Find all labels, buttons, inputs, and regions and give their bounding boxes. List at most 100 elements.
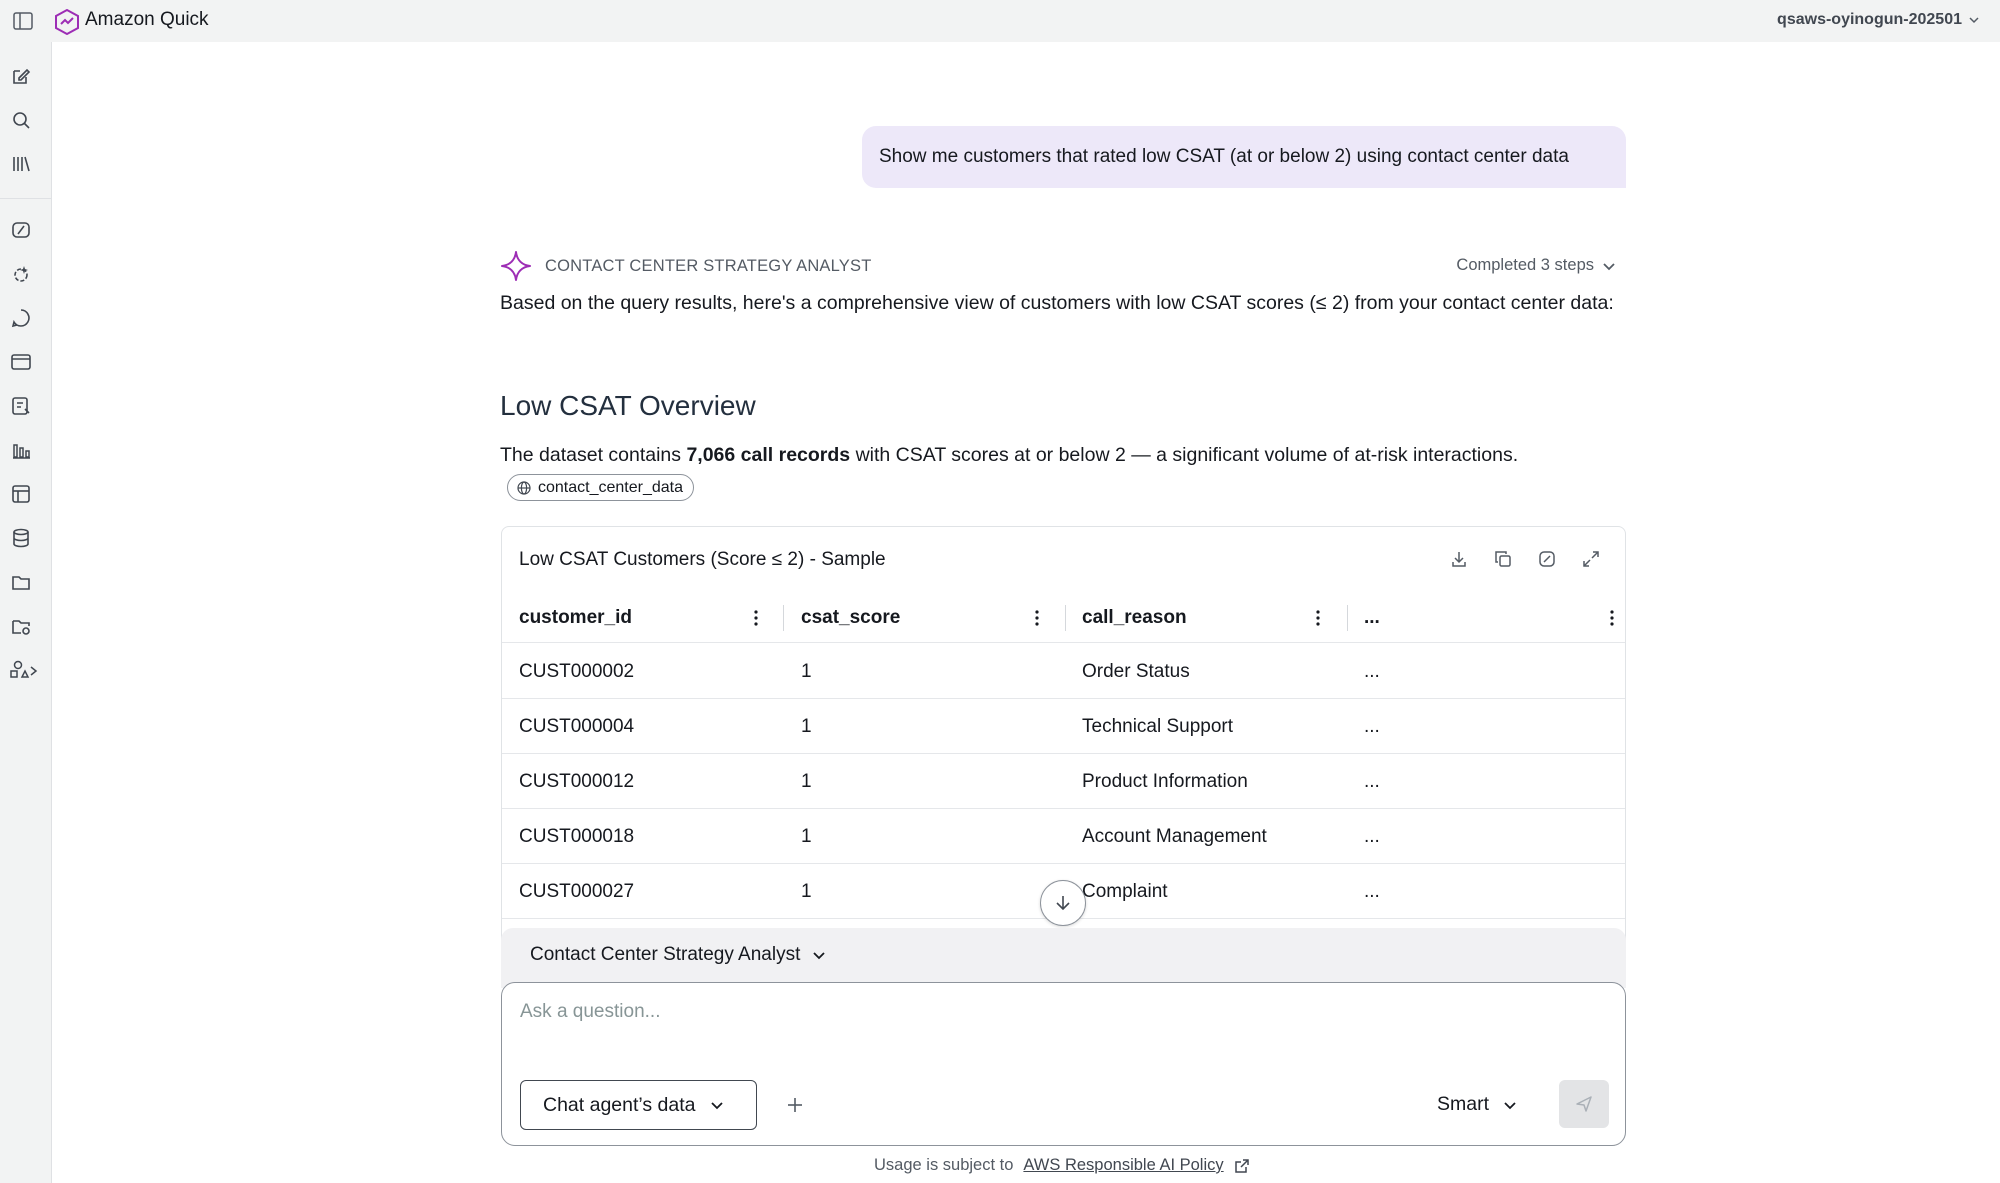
folders-icon[interactable] xyxy=(9,570,33,594)
send-button[interactable] xyxy=(1559,1080,1609,1128)
agents-icon[interactable] xyxy=(9,218,33,242)
chat-icon[interactable] xyxy=(9,306,33,330)
data-source-dropdown[interactable]: Chat agent’s data xyxy=(520,1080,757,1130)
copy-icon[interactable] xyxy=(1491,547,1515,571)
arrow-down-icon xyxy=(1056,896,1070,911)
table-cell: ... xyxy=(1364,825,1380,847)
add-attachment-icon[interactable] xyxy=(781,1091,809,1119)
send-icon xyxy=(1576,1096,1592,1112)
compose-icon[interactable] xyxy=(9,64,33,88)
column-header[interactable]: customer_id xyxy=(519,593,632,643)
table-cell: 1 xyxy=(801,825,812,847)
chevron-down-icon xyxy=(1603,262,1615,270)
completed-steps-toggle[interactable]: Completed 3 steps xyxy=(1456,256,1616,275)
spaces-icon[interactable] xyxy=(9,350,33,374)
account-name: qsaws-oyinogun-202501 xyxy=(1777,11,1962,28)
table-cell: CUST000027 xyxy=(519,880,635,902)
library-icon[interactable] xyxy=(9,152,33,176)
table-cell: Technical Support xyxy=(1082,715,1234,737)
chevron-down-icon xyxy=(813,952,826,960)
table-cell: CUST000002 xyxy=(519,660,635,682)
left-rail xyxy=(0,42,52,1183)
table-cell: ... xyxy=(1364,880,1380,902)
scenarios-icon[interactable] xyxy=(9,482,33,506)
section-title: Low CSAT Overview xyxy=(500,390,756,421)
ask-input[interactable] xyxy=(520,997,1600,1027)
dashboards-icon[interactable] xyxy=(9,438,33,462)
datasets-icon[interactable] xyxy=(9,526,33,550)
summary-text: The dataset contains 7,066 call records … xyxy=(500,444,1626,467)
user-message: Show me customers that rated low CSAT (a… xyxy=(862,126,1626,188)
summary-pre: The dataset contains xyxy=(500,444,687,466)
sidebar-toggle-icon[interactable] xyxy=(12,10,34,32)
table-cell: ... xyxy=(1364,770,1380,792)
column-divider[interactable] xyxy=(1347,605,1348,631)
table-title: Low CSAT Customers (Score ≤ 2) - Sample xyxy=(519,549,886,570)
app-title: Amazon Quick xyxy=(85,9,209,30)
agent-response-header: CONTACT CENTER STRATEGY ANALYST Complete… xyxy=(500,248,1626,282)
search-icon[interactable] xyxy=(9,108,33,132)
external-link-icon[interactable] xyxy=(1234,1158,1250,1174)
chevron-down-icon xyxy=(1969,17,1979,24)
response-intro: Based on the query results, here's a com… xyxy=(500,292,1614,314)
agent-selector-bar: Contact Center Strategy Analyst xyxy=(501,928,1626,988)
table-row: CUST000004 1 Technical Support ... xyxy=(502,699,1625,754)
research-icon[interactable] xyxy=(9,262,33,286)
table-cell: ... xyxy=(1364,660,1380,682)
rail-divider xyxy=(0,198,52,199)
footer: Usage is subject to AWS Responsible AI P… xyxy=(874,1156,1250,1175)
table-cell: Account Management xyxy=(1082,825,1267,847)
amazon-quick-logo-icon xyxy=(54,8,80,36)
policy-link-label: AWS Responsible AI Policy xyxy=(1023,1156,1224,1174)
column-menu-icon[interactable] xyxy=(748,607,764,629)
account-menu[interactable]: qsaws-oyinogun-202501 xyxy=(1777,11,1980,29)
column-menu-icon[interactable] xyxy=(1310,607,1326,629)
table-row: CUST000012 1 Product Information ... xyxy=(502,754,1625,809)
chevron-down-icon xyxy=(1504,1101,1516,1109)
chevron-down-icon xyxy=(710,1102,723,1110)
table-cell: CUST000004 xyxy=(519,715,635,737)
table-cell: 1 xyxy=(801,660,812,682)
download-icon[interactable] xyxy=(1447,547,1471,571)
table-row: CUST000002 1 Order Status ... xyxy=(502,644,1625,699)
summary-post: with CSAT scores at or below 2 — a signi… xyxy=(850,444,1519,466)
sparkle-icon xyxy=(501,251,531,281)
column-divider[interactable] xyxy=(1065,605,1066,631)
table-cell: Product Information xyxy=(1082,770,1248,792)
agent-selector-label: Contact Center Strategy Analyst xyxy=(530,944,801,965)
summary-bold: 7,066 call records xyxy=(686,444,851,466)
table-cell: Complaint xyxy=(1082,880,1168,902)
expand-icon[interactable] xyxy=(1579,547,1603,571)
column-header[interactable]: ... xyxy=(1364,593,1380,643)
scroll-down-button[interactable] xyxy=(1040,880,1086,926)
globe-icon xyxy=(517,480,531,495)
column-header[interactable]: csat_score xyxy=(801,593,900,643)
column-menu-icon[interactable] xyxy=(1029,607,1045,629)
table-cell: 1 xyxy=(801,715,812,737)
extensions-icon[interactable] xyxy=(9,658,39,682)
top-bar: Amazon Quick qsaws-oyinogun-202501 xyxy=(0,0,2000,42)
table-cell: 1 xyxy=(801,880,812,902)
mode-selector[interactable]: Smart xyxy=(1437,1093,1517,1116)
table-cell: Order Status xyxy=(1082,660,1190,682)
visualize-icon[interactable] xyxy=(1535,547,1559,571)
flows-icon[interactable] xyxy=(9,394,33,418)
table-cell: 1 xyxy=(801,770,812,792)
integrations-icon[interactable] xyxy=(9,614,33,638)
policy-link[interactable]: AWS Responsible AI Policy xyxy=(1023,1156,1223,1175)
table-actions xyxy=(1447,547,1603,571)
source-chip[interactable]: contact_center_data xyxy=(507,474,694,501)
table-cell: CUST000018 xyxy=(519,825,635,847)
table-cell: ... xyxy=(1364,715,1380,737)
column-header[interactable]: call_reason xyxy=(1082,593,1187,643)
composer: Chat agent’s data Smart xyxy=(501,982,1626,1146)
steps-label: Completed 3 steps xyxy=(1456,256,1594,274)
agent-name: CONTACT CENTER STRATEGY ANALYST xyxy=(545,257,872,275)
column-divider[interactable] xyxy=(783,605,784,631)
agent-selector[interactable]: Contact Center Strategy Analyst xyxy=(530,944,826,966)
column-menu-icon[interactable] xyxy=(1604,607,1620,629)
table-row: CUST000018 1 Account Management ... xyxy=(502,809,1625,864)
table-cell: CUST000012 xyxy=(519,770,635,792)
mode-label: Smart xyxy=(1437,1093,1490,1115)
footer-text: Usage is subject to xyxy=(874,1156,1014,1174)
